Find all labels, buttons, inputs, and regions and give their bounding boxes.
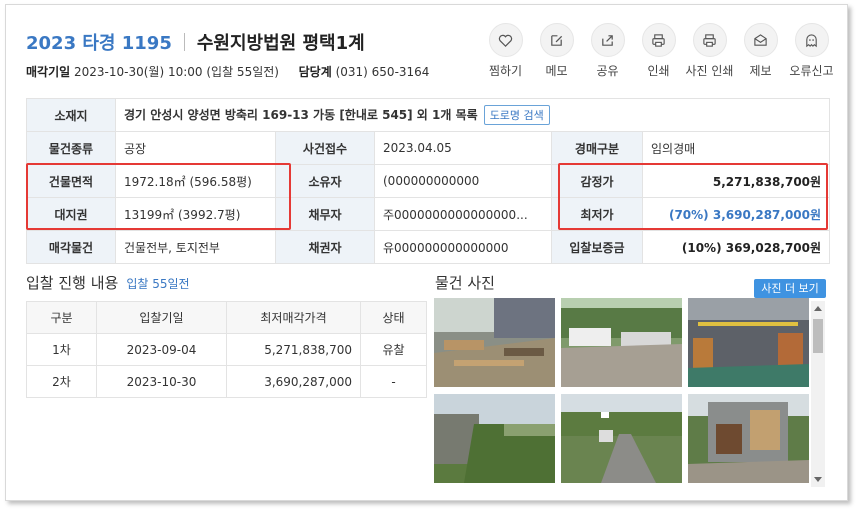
debtor-label: 채무자: [275, 197, 375, 231]
bid-history-table: 구분 입찰기일 최저매각가격 상태 1차 2023-09-04 5,271,83…: [26, 301, 427, 398]
scroll-thumb[interactable]: [813, 319, 823, 353]
property-photo[interactable]: [688, 298, 809, 387]
col-header-date: 입찰기일: [96, 301, 227, 334]
road-search-button[interactable]: 도로명 검색: [483, 105, 550, 125]
bid-history-title-row: 입찰 진행 내용 입찰 55일전: [26, 272, 190, 293]
min-price-label: 최저가: [551, 197, 643, 231]
owner-label: 소유자: [275, 164, 375, 198]
location-value: 경기 안성시 양성면 방축리 169-13 가동 [한내로 545] 외 1개 …: [124, 108, 478, 122]
round-cell: 1차: [26, 333, 97, 366]
debtor-value: 주0000000000000000...: [374, 197, 552, 231]
col-header-min-price: 최저매각가격: [226, 301, 361, 334]
meta-row: 매각기일 2023-10-30(월) 10:00 (입찰 55일전) 담당계 (…: [26, 63, 429, 80]
photo-grid: [434, 298, 812, 483]
table-row: 1차 2023-09-04 5,271,838,700 유찰: [26, 333, 427, 366]
appraisal-label: 감정가: [551, 164, 643, 198]
memo-label: 메모: [545, 64, 568, 78]
court-name: 수원지방법원 평택1계: [196, 33, 365, 54]
property-photo[interactable]: [434, 298, 555, 387]
date-cell: 2023-09-04: [96, 333, 227, 366]
contact-value: (031) 650-3164: [335, 65, 430, 79]
price-cell: 3,690,287,000: [226, 365, 361, 398]
bid-history-title: 입찰 진행 내용: [26, 274, 119, 292]
min-price-value: (70%) 3,690,287,000원: [641, 197, 831, 231]
owner-value: (000000000000: [374, 164, 552, 198]
case-number: 2023 타경 1195: [26, 33, 172, 54]
ghost-icon: [806, 33, 817, 47]
mail-icon: [754, 33, 767, 46]
table-row: 2차 2023-10-30 3,690,287,000 -: [26, 365, 427, 398]
round-cell: 2차: [26, 365, 97, 398]
land-right-label: 대지권: [26, 197, 116, 231]
photo-print-button[interactable]: 사진 인쇄: [684, 23, 735, 79]
received-value: 2023.04.05: [374, 131, 552, 165]
col-header-status: 상태: [360, 301, 427, 334]
date-cell: 2023-10-30: [96, 365, 227, 398]
received-label: 사건접수: [275, 131, 375, 165]
appraisal-value: 5,271,838,700원: [641, 164, 831, 198]
deposit-value: (10%) 369,028,700원: [641, 230, 831, 264]
building-area-label: 건물면적: [26, 164, 116, 198]
report-label: 제보: [749, 64, 772, 78]
photos-title: 물건 사진: [435, 274, 495, 292]
building-area-value: 1972.18㎡ (596.58평): [115, 164, 276, 198]
type-label: 물건종류: [26, 131, 116, 165]
sale-date-value: 2023-10-30(월) 10:00 (입찰 55일전): [74, 65, 279, 79]
edit-icon: [551, 34, 563, 46]
sale-date-label: 매각기일: [26, 65, 71, 79]
action-bar: 찜하기 메모 공유 인쇄 사진 인쇄 제보 오류신고: [480, 23, 837, 79]
sale-item-value: 건물전부, 토지전부: [115, 230, 276, 264]
title-row: 2023 타경 1195 수원지방법원 평택1계: [26, 29, 365, 55]
error-report-button[interactable]: 오류신고: [786, 23, 837, 79]
auction-type-label: 경매구분: [551, 131, 643, 165]
contact-label: 담당계: [298, 65, 332, 79]
heart-icon: [498, 34, 513, 47]
price-cell: 5,271,838,700: [226, 333, 361, 366]
status-cell: -: [360, 365, 427, 398]
error-report-label: 오류신고: [789, 64, 834, 78]
title-divider: [183, 33, 185, 51]
share-label: 공유: [596, 64, 619, 78]
table-header-row: 구분 입찰기일 최저매각가격 상태: [26, 301, 427, 334]
col-header-round: 구분: [26, 301, 97, 334]
photo-scrollbar[interactable]: [811, 301, 825, 487]
location-label: 소재지: [26, 98, 116, 132]
more-photos-button[interactable]: 사진 더 보기: [754, 279, 826, 298]
print-button[interactable]: 인쇄: [633, 23, 684, 79]
creditor-value: 유000000000000000: [374, 230, 552, 264]
print-icon: [652, 33, 665, 47]
location-cell: 경기 안성시 양성면 방축리 169-13 가동 [한내로 545] 외 1개 …: [114, 98, 831, 132]
property-photo[interactable]: [561, 298, 682, 387]
property-photo[interactable]: [688, 394, 809, 483]
memo-button[interactable]: 메모: [531, 23, 582, 79]
scroll-up-icon[interactable]: [814, 306, 822, 311]
land-right-value: 13199㎡ (3992.7평): [115, 197, 276, 231]
creditor-label: 채권자: [275, 230, 375, 264]
print-icon: [703, 33, 716, 47]
auction-type-value: 임의경매: [641, 131, 831, 165]
favorite-button[interactable]: 찜하기: [480, 23, 531, 79]
auction-detail-panel: 2023 타경 1195 수원지방법원 평택1계 매각기일 2023-10-30…: [5, 4, 848, 501]
bid-history-subtitle: 입찰 55일전: [126, 277, 190, 291]
share-button[interactable]: 공유: [582, 23, 633, 79]
print-label: 인쇄: [647, 64, 670, 78]
scroll-down-icon[interactable]: [814, 477, 822, 482]
property-info-table: 소재지 경기 안성시 양성면 방축리 169-13 가동 [한내로 545] 외…: [26, 98, 831, 264]
favorite-label: 찜하기: [488, 64, 523, 78]
share-icon: [602, 34, 613, 46]
property-photo[interactable]: [561, 394, 682, 483]
report-button[interactable]: 제보: [735, 23, 786, 79]
property-photo[interactable]: [434, 394, 555, 483]
photo-print-label: 사진 인쇄: [685, 64, 734, 78]
type-value: 공장: [115, 131, 276, 165]
status-cell: 유찰: [360, 333, 427, 366]
deposit-label: 입찰보증금: [551, 230, 643, 264]
sale-item-label: 매각물건: [26, 230, 116, 264]
